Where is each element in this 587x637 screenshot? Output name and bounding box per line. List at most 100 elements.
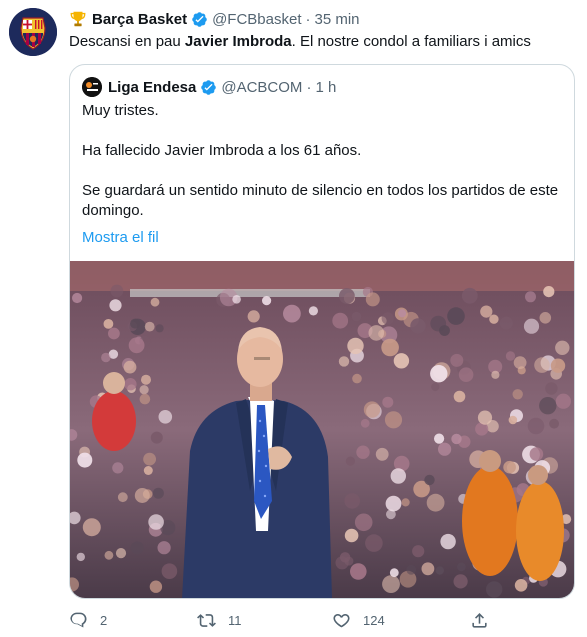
crowd-figure	[523, 318, 540, 334]
crowd-figure	[426, 493, 445, 512]
crowd-figure	[431, 382, 440, 392]
reply-icon	[70, 612, 87, 627]
retweet-icon	[197, 613, 216, 627]
author-display-name[interactable]: Barça Basket	[92, 11, 187, 28]
crowd-figure	[508, 415, 518, 425]
crowd-figure	[108, 327, 120, 340]
crowd-figure	[139, 385, 149, 395]
crowd-figure	[72, 292, 83, 304]
separator-dot: ·	[306, 78, 312, 96]
crowd-figure	[549, 418, 559, 429]
crowd-figure	[412, 545, 425, 558]
separator-dot: ·	[305, 10, 311, 28]
tweet-text-prefix: Descansi en pau	[69, 33, 185, 50]
tweet-header: Barça Basket @FCBbasket · 35 min	[69, 9, 360, 29]
crowd-figure	[103, 319, 114, 329]
crowd-figure	[149, 580, 163, 593]
like-button[interactable]: 124	[332, 608, 385, 632]
crowd-figure	[555, 393, 571, 409]
crowd-figure	[385, 495, 402, 512]
tweet-timestamp[interactable]: 35 min	[314, 11, 359, 28]
crowd-figure	[143, 466, 153, 475]
crowd-figure	[499, 316, 513, 330]
crowd-figure	[128, 337, 145, 354]
quoted-tweet-header: Liga Endesa @ACBCOM · 1 h	[82, 77, 336, 97]
crowd-figure	[410, 318, 426, 334]
crowd-figure	[308, 306, 318, 316]
reply-button[interactable]: 2	[69, 608, 107, 632]
crowd-figure	[347, 337, 364, 355]
crowd-figure	[480, 305, 493, 318]
crowd-figure	[82, 518, 101, 537]
like-count: 124	[363, 612, 385, 628]
quoted-tweet-text: Muy tristes. Ha fallecido Javier Imbroda…	[82, 101, 562, 221]
retweet-button[interactable]: 11	[197, 608, 242, 632]
show-thread-link[interactable]: Mostra el fil	[82, 229, 159, 246]
retweet-count: 11	[228, 612, 242, 628]
heart-icon	[333, 613, 350, 627]
crowd-figure	[155, 324, 164, 333]
crowd-figure	[247, 310, 260, 323]
tweet-text-suffix: . El nostre condol a familiars i amics	[291, 33, 531, 50]
crowd-figure	[534, 357, 550, 373]
crowd-figure	[332, 312, 349, 329]
crowd-figure	[386, 509, 396, 520]
tweet: Barça Basket @FCBbasket · 35 min Descans…	[0, 0, 587, 637]
share-button[interactable]	[470, 608, 489, 632]
crowd-figure	[110, 284, 124, 298]
crowd-figure	[389, 568, 399, 578]
crowd-figure	[339, 552, 351, 563]
crowd-figure	[356, 445, 370, 459]
crowd-figure	[76, 552, 85, 562]
quoted-line-3: Se guardará un sentido minuto de silenci…	[82, 182, 559, 219]
quoted-timestamp[interactable]: 1 h	[315, 79, 336, 96]
crowd-figure	[440, 533, 456, 550]
crowd-figure	[539, 397, 557, 415]
crowd-figure	[434, 433, 445, 444]
crowd-figure	[112, 462, 124, 474]
crowd-figure	[345, 456, 355, 466]
crowd-figure	[339, 288, 355, 304]
crowd-figure	[344, 528, 359, 543]
crowd-figure	[115, 548, 127, 559]
quoted-display-name[interactable]: Liga Endesa	[108, 79, 196, 96]
crowd-figure	[424, 474, 435, 486]
crowd-figure	[382, 396, 394, 408]
crowd-figure	[451, 433, 462, 445]
crowd-figure	[401, 498, 410, 507]
liga-endesa-logo-icon	[82, 77, 102, 97]
verified-badge-icon	[192, 11, 207, 27]
quoted-tweet[interactable]: Liga Endesa @ACBCOM · 1 h Muy tristes. H…	[69, 64, 575, 599]
crowd-figure	[152, 487, 164, 499]
crowd-figure	[360, 418, 370, 428]
crowd-figure	[283, 304, 301, 323]
crowd-figure	[150, 297, 160, 307]
crowd-figure	[491, 370, 500, 379]
crowd-figure	[352, 373, 362, 384]
crowd-figure	[438, 442, 452, 456]
crowd-figure	[514, 579, 528, 592]
quoted-handle[interactable]: @ACBCOM	[221, 79, 302, 96]
crowd-figure	[384, 411, 403, 429]
crowd-figure	[130, 318, 141, 329]
tweet-actions: 2 11 124	[69, 608, 575, 632]
crowd-figure	[382, 575, 400, 593]
quoted-line-2: Ha fallecido Javier Imbroda a los 61 año…	[82, 142, 362, 159]
crowd-figure	[139, 393, 151, 405]
crowd-figure	[398, 309, 407, 318]
crowd-figure	[393, 353, 410, 369]
crowd-figure	[447, 307, 465, 325]
crowd-figure	[161, 563, 178, 579]
crowd-figure	[503, 460, 516, 474]
crowd-figure	[381, 338, 399, 357]
crowd-figure	[262, 296, 272, 306]
crowd-figure	[527, 417, 545, 435]
crowd-figure	[338, 356, 350, 367]
crowd-figure	[101, 352, 111, 363]
fcb-crest-icon[interactable]	[9, 8, 57, 56]
author-handle[interactable]: @FCBbasket	[212, 11, 301, 28]
tweet-photo[interactable]	[70, 261, 574, 598]
share-icon	[472, 612, 487, 628]
crowd-figure	[109, 299, 122, 312]
crowd-figure	[461, 287, 478, 304]
